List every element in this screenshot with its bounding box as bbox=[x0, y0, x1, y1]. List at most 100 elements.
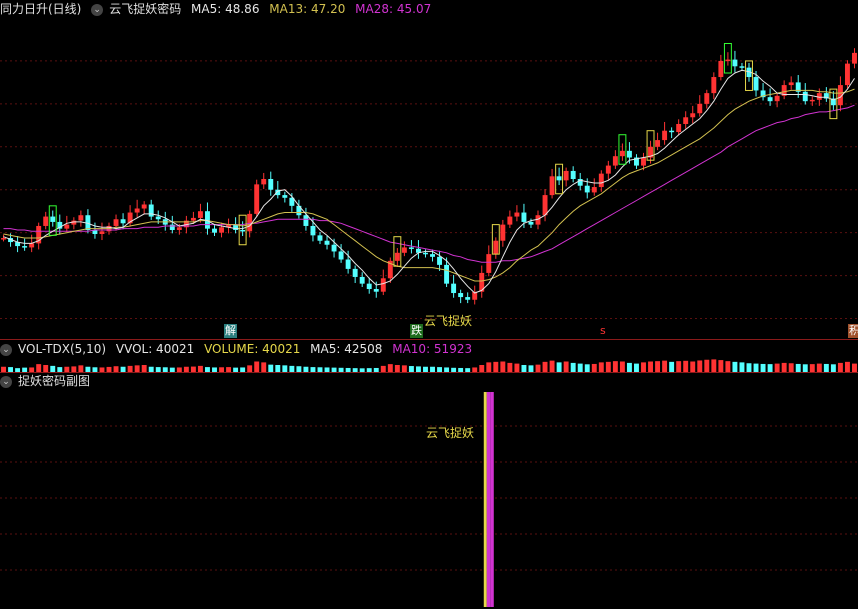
candle[interactable] bbox=[451, 283, 457, 294]
candle[interactable] bbox=[169, 224, 175, 230]
candle[interactable] bbox=[380, 278, 386, 292]
candle[interactable] bbox=[507, 216, 513, 225]
candle[interactable] bbox=[809, 99, 815, 102]
candle[interactable] bbox=[408, 247, 414, 249]
candle[interactable] bbox=[563, 170, 569, 181]
candle[interactable] bbox=[493, 240, 499, 255]
candle[interactable] bbox=[697, 103, 703, 114]
candle[interactable] bbox=[521, 212, 527, 222]
candle[interactable] bbox=[254, 184, 260, 214]
candle[interactable] bbox=[514, 212, 520, 217]
candle[interactable] bbox=[43, 216, 49, 226]
candle[interactable] bbox=[542, 195, 548, 216]
candle[interactable] bbox=[753, 77, 759, 91]
candle[interactable] bbox=[50, 216, 56, 222]
candle[interactable] bbox=[268, 179, 274, 190]
candle[interactable] bbox=[556, 176, 562, 181]
candle[interactable] bbox=[732, 59, 738, 67]
candle[interactable] bbox=[430, 254, 435, 257]
sub-indicator-name[interactable]: 捉妖密码副图 bbox=[18, 374, 90, 388]
candle[interactable] bbox=[528, 221, 534, 225]
candle[interactable] bbox=[718, 60, 724, 78]
volume-bar bbox=[852, 363, 857, 372]
candle[interactable] bbox=[598, 173, 604, 188]
candle[interactable] bbox=[29, 243, 35, 248]
candle[interactable] bbox=[683, 117, 689, 124]
candle[interactable] bbox=[373, 289, 379, 292]
candle[interactable] bbox=[444, 264, 450, 284]
candle[interactable] bbox=[584, 185, 590, 193]
candle[interactable] bbox=[99, 231, 105, 235]
candle[interactable] bbox=[120, 219, 126, 224]
candlestick-chart[interactable] bbox=[0, 18, 858, 340]
candle[interactable] bbox=[310, 225, 316, 236]
candle[interactable] bbox=[500, 224, 506, 241]
candle[interactable] bbox=[359, 276, 365, 284]
candle[interactable] bbox=[352, 268, 358, 277]
candle[interactable] bbox=[338, 251, 344, 260]
sub-chart[interactable] bbox=[0, 390, 858, 609]
candle[interactable] bbox=[802, 91, 808, 102]
candle[interactable] bbox=[141, 204, 147, 209]
candle[interactable] bbox=[465, 297, 471, 300]
candle[interactable] bbox=[612, 156, 618, 166]
candle[interactable] bbox=[219, 227, 224, 233]
candle[interactable] bbox=[605, 165, 611, 174]
candle[interactable] bbox=[394, 252, 400, 261]
candle[interactable] bbox=[423, 252, 428, 255]
candle[interactable] bbox=[197, 211, 203, 218]
chevron-down-icon[interactable]: ⌄ bbox=[0, 375, 12, 388]
chevron-down-icon[interactable]: ⌄ bbox=[91, 3, 104, 16]
candle[interactable] bbox=[190, 217, 196, 221]
candle[interactable] bbox=[366, 283, 372, 290]
candle[interactable] bbox=[331, 244, 337, 252]
candle[interactable] bbox=[739, 66, 745, 68]
vol-indicator-name[interactable]: VOL-TDX(5,10) bbox=[18, 342, 106, 356]
candle[interactable] bbox=[570, 170, 576, 179]
candle[interactable] bbox=[619, 150, 625, 157]
candle[interactable] bbox=[240, 229, 246, 232]
volume-bar bbox=[598, 362, 604, 372]
candle[interactable] bbox=[774, 95, 780, 102]
candle[interactable] bbox=[401, 247, 407, 253]
candle[interactable] bbox=[113, 219, 119, 226]
candle[interactable] bbox=[704, 93, 710, 104]
candle[interactable] bbox=[591, 187, 597, 193]
candle[interactable] bbox=[64, 224, 70, 229]
candle[interactable] bbox=[458, 293, 464, 298]
candle[interactable] bbox=[641, 157, 646, 166]
candle[interactable] bbox=[725, 59, 731, 62]
candle[interactable] bbox=[690, 113, 696, 118]
candle[interactable] bbox=[662, 130, 668, 141]
candle[interactable] bbox=[212, 228, 217, 233]
indicator-name[interactable]: 云飞捉妖密码 bbox=[109, 2, 181, 16]
candle[interactable] bbox=[669, 130, 675, 133]
candle[interactable] bbox=[282, 195, 288, 198]
candle[interactable] bbox=[317, 235, 323, 241]
chevron-down-icon[interactable]: ⌄ bbox=[0, 343, 12, 356]
candle[interactable] bbox=[261, 179, 267, 185]
candle[interactable] bbox=[676, 123, 682, 133]
candle[interactable] bbox=[844, 63, 850, 86]
candle[interactable] bbox=[626, 150, 632, 158]
candle[interactable] bbox=[767, 97, 773, 102]
candle[interactable] bbox=[176, 227, 182, 230]
candle[interactable] bbox=[78, 215, 84, 221]
candle[interactable] bbox=[148, 204, 154, 217]
candle[interactable] bbox=[486, 254, 492, 273]
candle[interactable] bbox=[22, 246, 28, 248]
candle[interactable] bbox=[788, 82, 794, 86]
candle[interactable] bbox=[134, 208, 140, 213]
candle[interactable] bbox=[324, 240, 330, 245]
candle[interactable] bbox=[852, 52, 857, 64]
candle[interactable] bbox=[345, 259, 351, 269]
candle[interactable] bbox=[1, 238, 6, 240]
candle[interactable] bbox=[303, 215, 309, 226]
volume-chart[interactable] bbox=[0, 358, 858, 372]
candle[interactable] bbox=[549, 176, 555, 196]
candle[interactable] bbox=[711, 77, 717, 94]
candle[interactable] bbox=[247, 213, 253, 232]
candle[interactable] bbox=[437, 256, 443, 265]
candle[interactable] bbox=[655, 140, 661, 147]
candle[interactable] bbox=[155, 216, 161, 220]
